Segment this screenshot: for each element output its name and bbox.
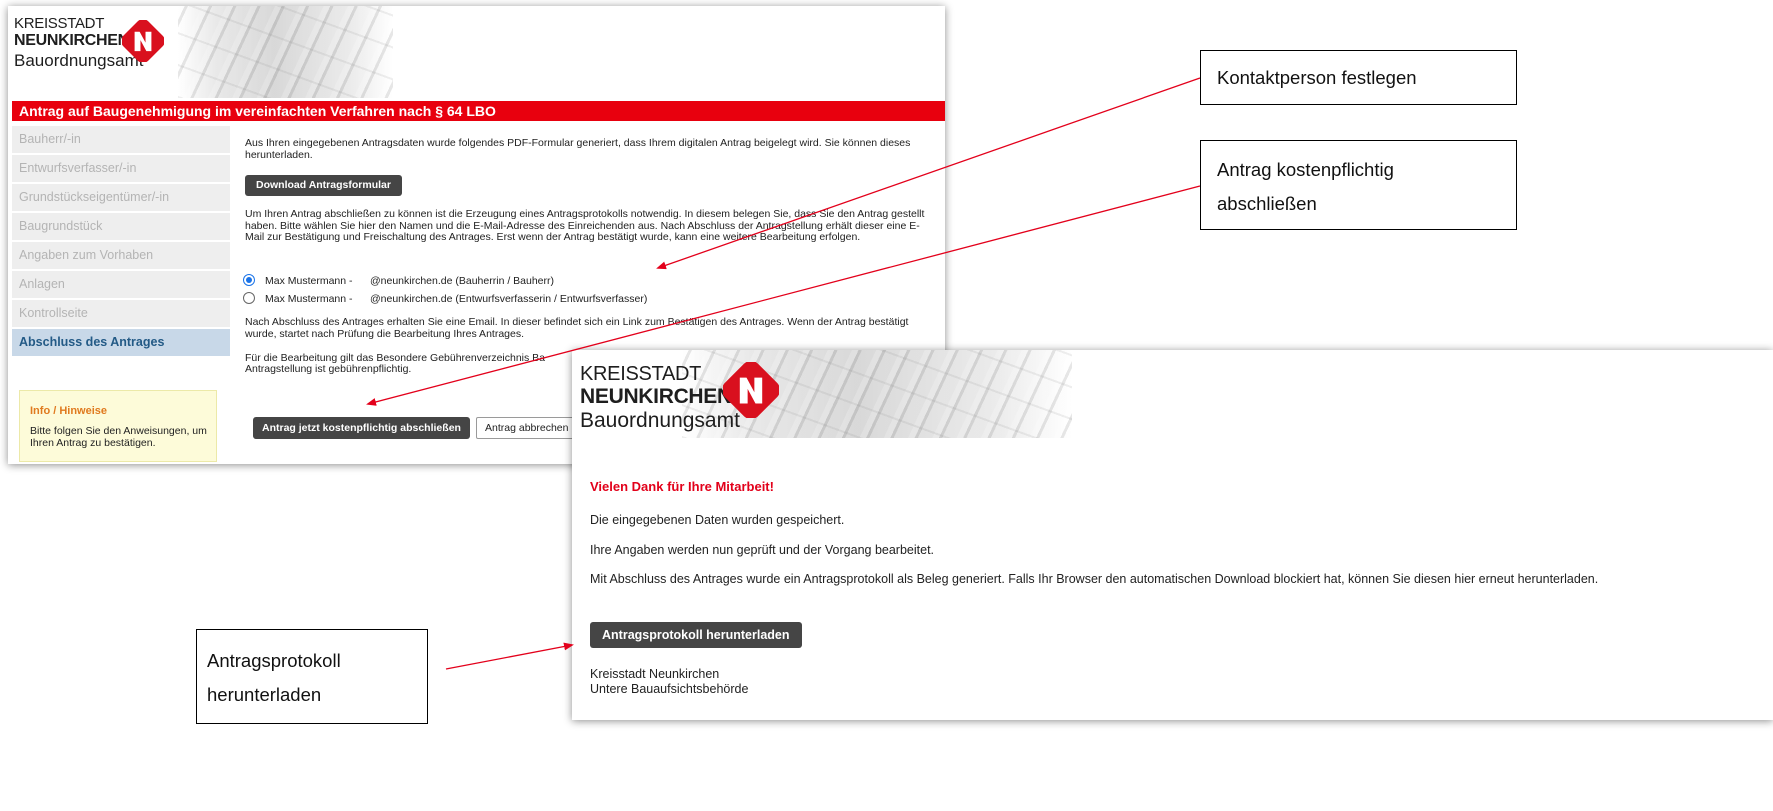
callout-submit-line-1: Antrag kostenpflichtig [1217, 159, 1394, 180]
callout-submit-line-2: abschließen [1217, 193, 1317, 214]
callout-protocol-line-2: herunterladen [207, 684, 322, 705]
callout-download-protocol: Antragsprotokoll herunterladen [196, 629, 428, 724]
arrow-submit-application [366, 185, 1201, 406]
arrow-contact-person [656, 77, 1201, 270]
arrow-download-protocol [445, 642, 574, 670]
callout-submit-application: Antrag kostenpflichtig abschließen [1200, 140, 1517, 230]
callout-protocol-line-1: Antragsprotokoll [207, 650, 341, 671]
callout-contact-person: Kontaktperson festlegen [1200, 50, 1517, 105]
